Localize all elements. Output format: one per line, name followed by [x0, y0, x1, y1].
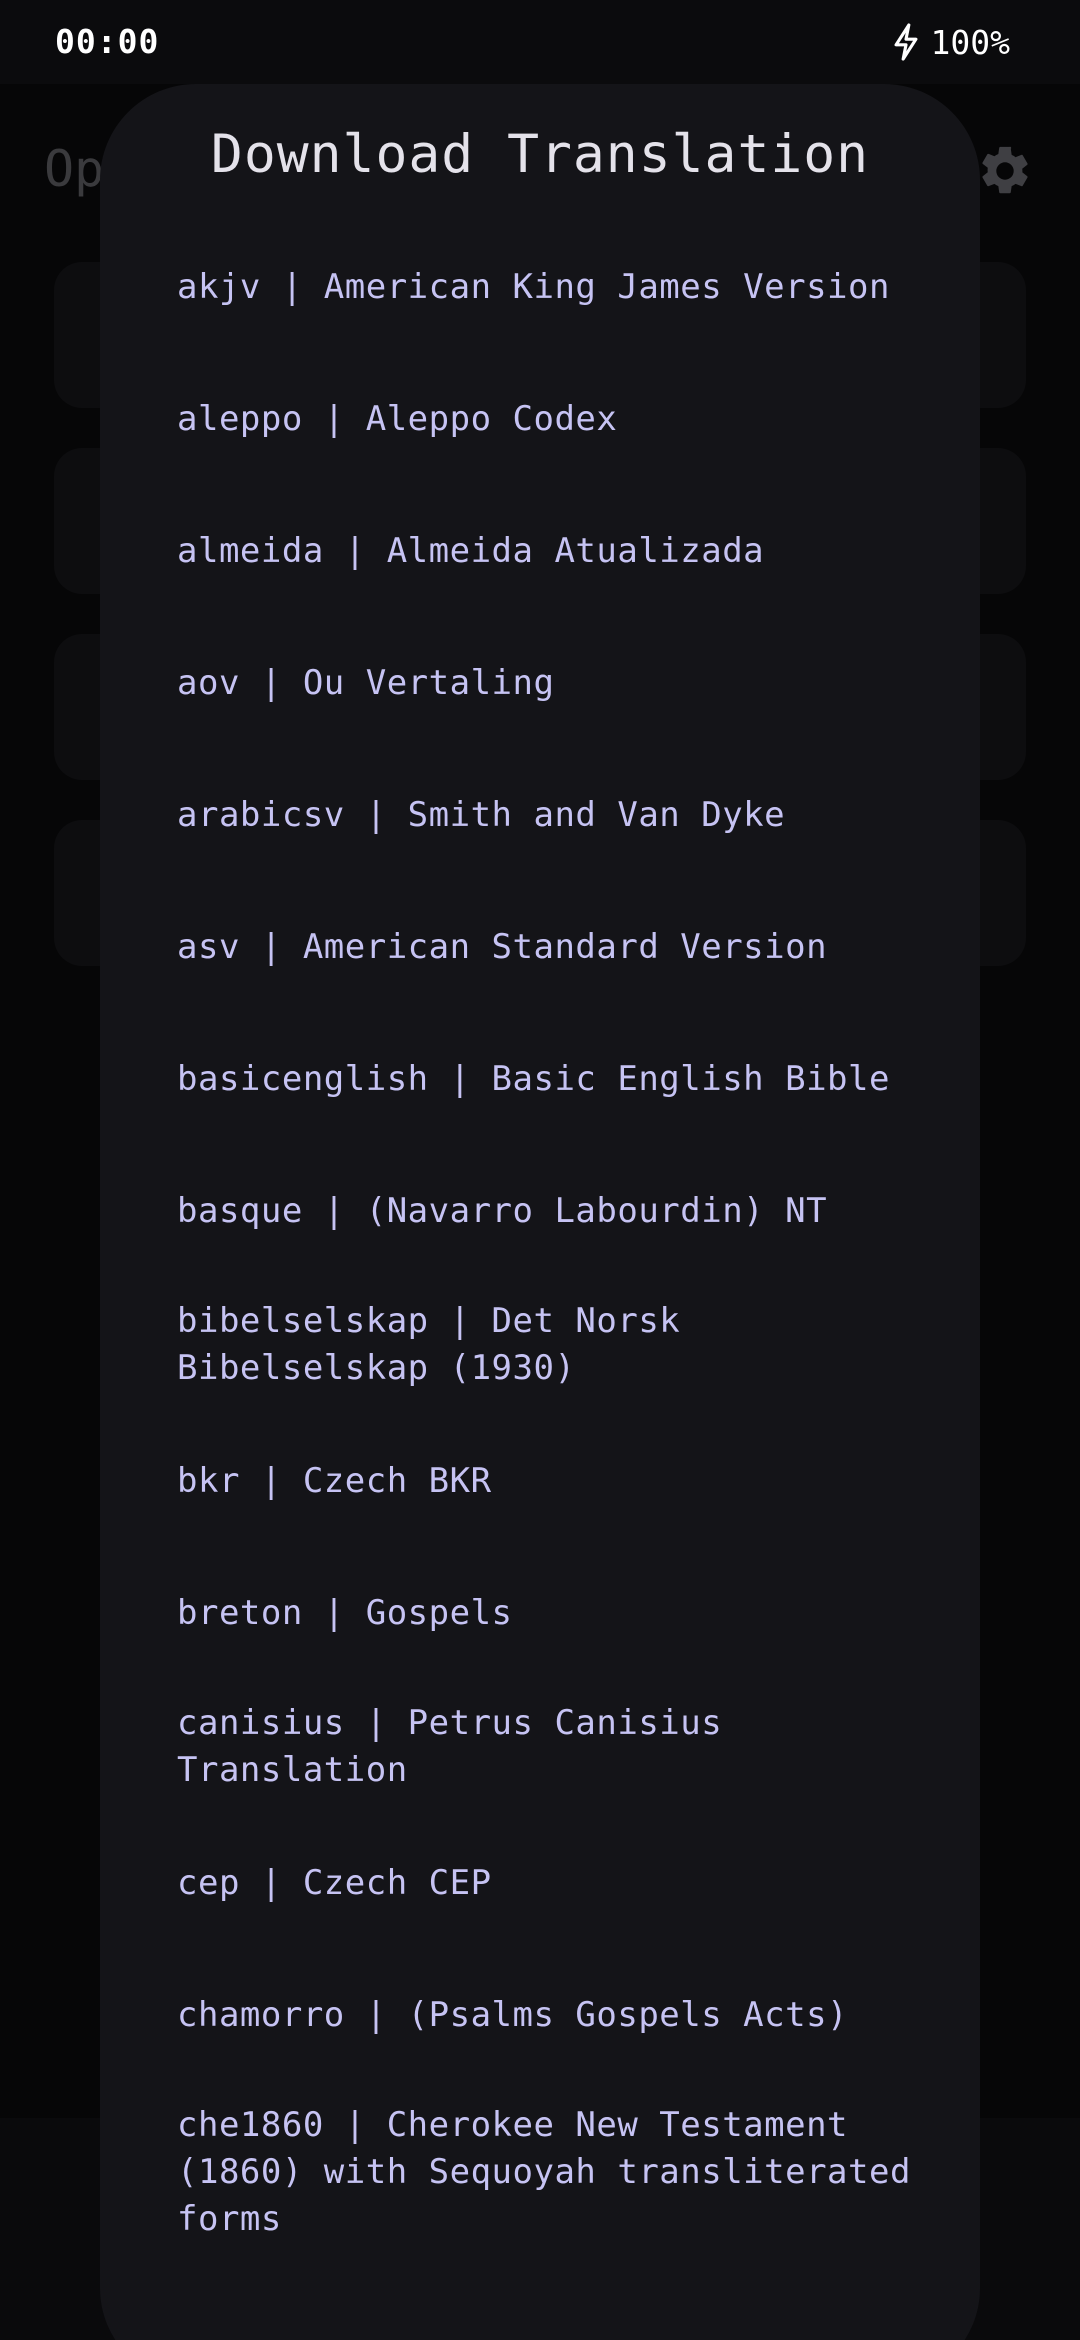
translation-item-almeida[interactable]: almeida | Almeida Atualizada: [177, 528, 907, 575]
translation-item-basicenglish[interactable]: basicenglish | Basic English Bible: [177, 1056, 907, 1103]
background-page-title: Op: [44, 140, 105, 198]
battery-percentage: 100%: [930, 22, 1010, 62]
status-bar: 00:00 100%: [0, 0, 1080, 84]
dialog-title: Download Translation: [210, 124, 870, 185]
translation-item-aleppo[interactable]: aleppo | Aleppo Codex: [177, 396, 907, 443]
gear-icon: [982, 146, 1028, 194]
translation-item-asv[interactable]: asv | American Standard Version: [177, 924, 907, 971]
screen: Op 00:00 100% Download Translation akjv …: [0, 0, 1080, 2340]
download-translation-dialog: Download Translation akjv | American Kin…: [100, 84, 980, 2340]
charging-bolt-icon: [894, 23, 917, 61]
translation-item-chamorro[interactable]: chamorro | (Psalms Gospels Acts): [177, 1992, 907, 2039]
translation-item-basque[interactable]: basque | (Navarro Labourdin) NT: [177, 1188, 907, 1235]
status-battery-group: 100%: [889, 22, 1010, 62]
translation-item-che1860[interactable]: che1860 | Cherokee New Testament (1860) …: [177, 2102, 917, 2243]
translation-item-aov[interactable]: aov | Ou Vertaling: [177, 660, 907, 707]
translation-item-arabicsv[interactable]: arabicsv | Smith and Van Dyke: [177, 792, 907, 839]
translation-item-breton[interactable]: breton | Gospels: [177, 1590, 907, 1637]
translation-item-akjv[interactable]: akjv | American King James Version: [177, 264, 907, 311]
translation-item-cep[interactable]: cep | Czech CEP: [177, 1860, 907, 1907]
status-time: 00:00: [55, 22, 160, 61]
translation-item-canisius[interactable]: canisius | Petrus Canisius Translation: [177, 1700, 777, 1794]
translation-item-bibelselskap[interactable]: bibelselskap | Det Norsk Bibelselskap (1…: [177, 1298, 737, 1392]
translation-item-bkr[interactable]: bkr | Czech BKR: [177, 1458, 907, 1505]
